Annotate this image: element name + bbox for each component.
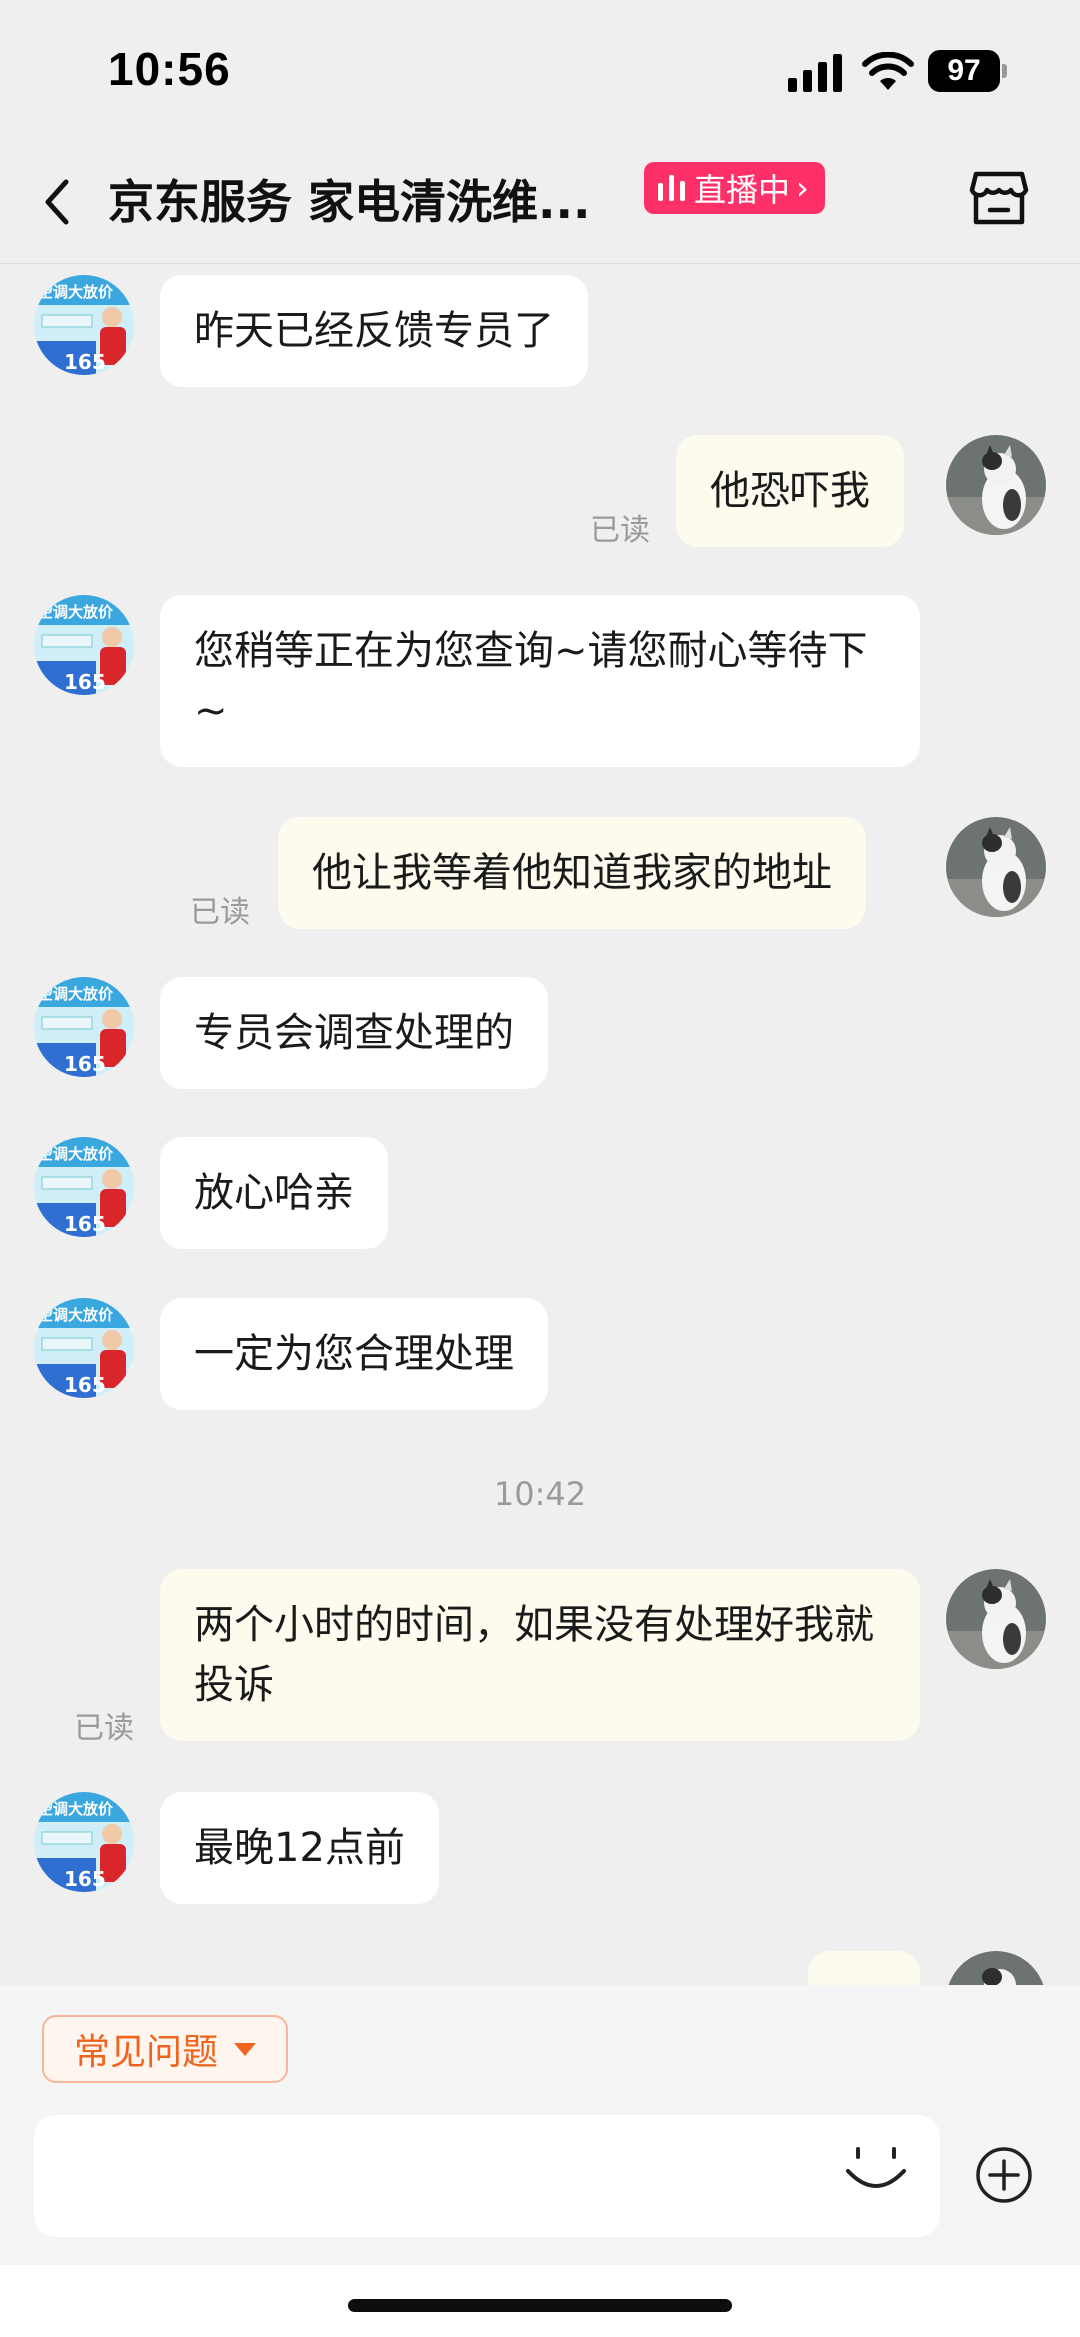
input-panel: 常见问题 bbox=[0, 1985, 1080, 2265]
user-avatar[interactable] bbox=[946, 1951, 1046, 1985]
svg-text:空调大放价: 空调大放价 bbox=[38, 985, 114, 1003]
battery-icon: 97 bbox=[928, 50, 1008, 92]
incoming-message: 专员会调查处理的 bbox=[160, 977, 548, 1089]
svg-text:165: 165 bbox=[64, 350, 106, 374]
svg-text:165: 165 bbox=[64, 1212, 106, 1236]
agent-avatar[interactable]: 空调大放价 165 bbox=[34, 1137, 134, 1237]
live-badge-label: 直播中 bbox=[694, 171, 791, 209]
status-bar: 10:56 97 bbox=[0, 0, 1080, 140]
message-input[interactable] bbox=[34, 2115, 940, 2237]
time-separator: 10:42 bbox=[493, 1475, 587, 1513]
agent-avatar-image: 空调大放价 165 bbox=[34, 977, 134, 1077]
incoming-message: 放心哈亲 bbox=[160, 1137, 388, 1249]
home-indicator[interactable] bbox=[348, 2299, 732, 2312]
cat-avatar-image bbox=[946, 1951, 1046, 1985]
shop-title[interactable]: 京东服务 家电清洗维... bbox=[108, 166, 628, 238]
agent-avatar[interactable]: 空调大放价 165 bbox=[34, 1792, 134, 1892]
agent-avatar-image: 空调大放价 165 bbox=[34, 1792, 134, 1892]
svg-text:空调大放价: 空调大放价 bbox=[38, 1800, 114, 1818]
cat-avatar-image bbox=[946, 435, 1046, 535]
outgoing-message-partial bbox=[808, 1951, 920, 1985]
faq-dropdown[interactable]: 常见问题 bbox=[42, 2015, 289, 2083]
user-avatar[interactable] bbox=[946, 1569, 1046, 1669]
plus-circle-icon[interactable] bbox=[974, 2145, 1034, 2205]
svg-text:165: 165 bbox=[64, 1373, 106, 1397]
svg-text:空调大放价: 空调大放价 bbox=[38, 603, 114, 621]
live-badge[interactable]: 直播中 › bbox=[644, 162, 825, 214]
chat-header: 京东服务 家电清洗维... 直播中 › bbox=[0, 140, 1080, 264]
faq-label: 常见问题 bbox=[74, 2032, 219, 2073]
svg-text:165: 165 bbox=[64, 1052, 106, 1076]
svg-text:空调大放价: 空调大放价 bbox=[38, 1145, 114, 1163]
svg-text:165: 165 bbox=[64, 1867, 106, 1891]
incoming-message: 最晚12点前 bbox=[160, 1792, 439, 1904]
outgoing-message: 他让我等着他知道我家的地址 bbox=[278, 817, 866, 929]
status-time: 10:56 bbox=[108, 43, 231, 95]
live-bars-icon bbox=[658, 175, 685, 201]
store-icon[interactable] bbox=[968, 168, 1030, 228]
read-status: 已读 bbox=[590, 513, 650, 548]
chevron-right-icon: › bbox=[796, 169, 809, 207]
read-status: 已读 bbox=[190, 895, 250, 930]
emoji-icon[interactable] bbox=[840, 2133, 912, 2205]
wifi-icon bbox=[862, 52, 914, 90]
message-list[interactable]: 空调大放价 165 昨天已经反馈专员了 他恐吓我 已读 空调大放价 165 您稍… bbox=[0, 265, 1080, 1985]
incoming-message: 您稍等正在为您查询~请您耐心等待下 ~ bbox=[160, 595, 920, 767]
cellular-signal-icon bbox=[788, 54, 842, 92]
agent-avatar[interactable]: 空调大放价 165 bbox=[34, 595, 134, 695]
svg-text:空调大放价: 空调大放价 bbox=[38, 283, 114, 301]
agent-avatar[interactable]: 空调大放价 165 bbox=[34, 1298, 134, 1398]
agent-avatar-image: 空调大放价 165 bbox=[34, 595, 134, 695]
battery-level: 97 bbox=[928, 50, 1000, 92]
cat-avatar-image bbox=[946, 1569, 1046, 1669]
agent-avatar[interactable]: 空调大放价 165 bbox=[34, 275, 134, 375]
outgoing-message: 两个小时的时间，如果没有处理好我就投诉 bbox=[160, 1569, 920, 1741]
chevron-left-icon[interactable] bbox=[36, 170, 80, 234]
agent-avatar-image: 空调大放价 165 bbox=[34, 275, 134, 375]
svg-text:165: 165 bbox=[64, 670, 106, 694]
caret-down-icon bbox=[234, 2042, 257, 2056]
user-avatar[interactable] bbox=[946, 817, 1046, 917]
agent-avatar-image: 空调大放价 165 bbox=[34, 1137, 134, 1237]
agent-avatar-image: 空调大放价 165 bbox=[34, 1298, 134, 1398]
incoming-message: 昨天已经反馈专员了 bbox=[160, 275, 588, 387]
svg-text:空调大放价: 空调大放价 bbox=[38, 1306, 114, 1324]
cat-avatar-image bbox=[946, 817, 1046, 917]
user-avatar[interactable] bbox=[946, 435, 1046, 535]
agent-avatar[interactable]: 空调大放价 165 bbox=[34, 977, 134, 1077]
incoming-message: 一定为您合理处理 bbox=[160, 1298, 548, 1410]
read-status: 已读 bbox=[74, 1711, 134, 1746]
outgoing-message: 他恐吓我 bbox=[676, 435, 904, 547]
